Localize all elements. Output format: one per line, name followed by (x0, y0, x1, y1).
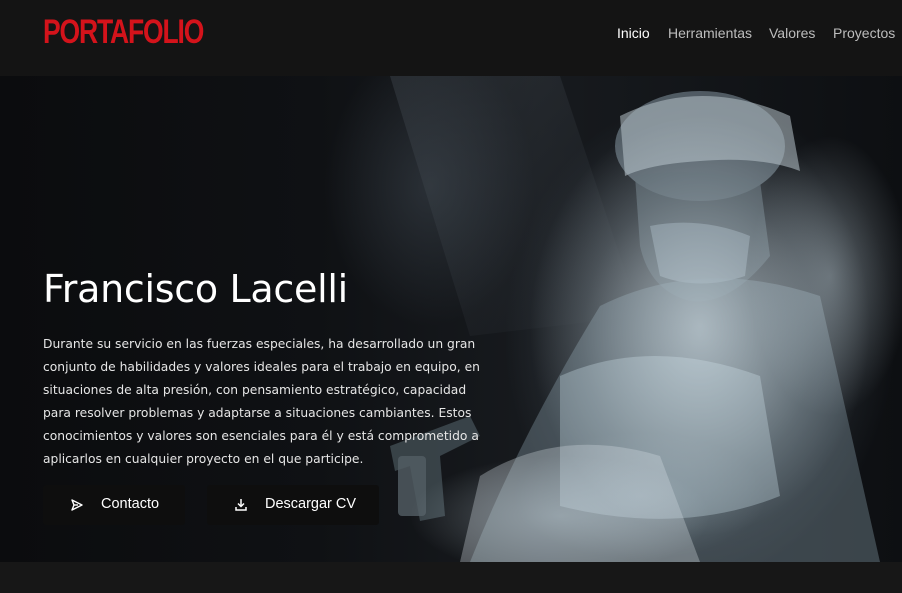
next-section-edge (0, 562, 902, 593)
page: PORTAFOLIO Inicio Herramientas Valores P… (0, 0, 902, 593)
download-icon (235, 499, 247, 511)
download-cv-button[interactable]: Descargar CV (207, 485, 379, 525)
hero-name-heading: Francisco Lacelli (43, 267, 348, 311)
nav-item-herramientas[interactable]: Herramientas (668, 25, 752, 41)
hero-description: Durante su servicio en las fuerzas espec… (43, 337, 480, 466)
nav-item-inicio[interactable]: Inicio (617, 25, 650, 41)
download-cv-button-label: Descargar CV (265, 496, 357, 512)
contact-button-label: Contacto (101, 496, 160, 512)
send-icon (71, 499, 83, 511)
nav-item-valores[interactable]: Valores (769, 25, 815, 41)
nav-item-proyectos[interactable]: Proyectos (833, 25, 895, 41)
hero-section: Francisco Lacelli Durante su servicio en… (0, 76, 902, 562)
nav-menu: Inicio Herramientas Valores Proyectos (0, 25, 902, 45)
contact-button[interactable]: Contacto (43, 485, 185, 525)
navbar: PORTAFOLIO Inicio Herramientas Valores P… (0, 0, 902, 76)
